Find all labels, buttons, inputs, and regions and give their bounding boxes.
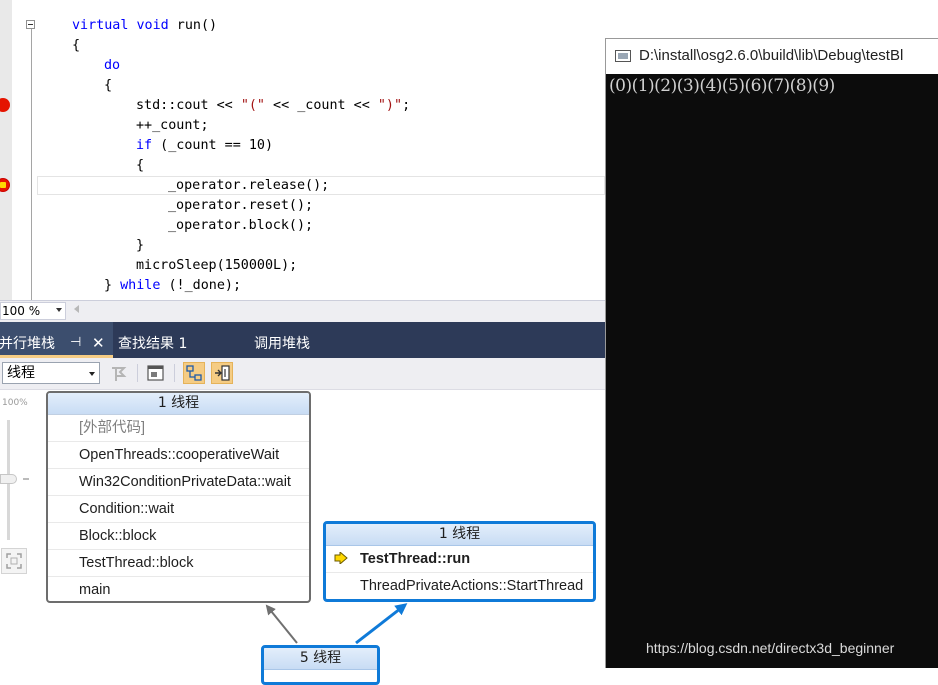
code-editor[interactable]: virtual void run(){do{std::cout << "(" <… <box>0 0 605 300</box>
method-view-icon[interactable] <box>145 362 167 384</box>
stack-node-header: 1 线程 <box>48 393 309 415</box>
watermark-text: https://blog.csdn.net/directx3d_beginner <box>646 640 895 656</box>
zoom-slider-tick <box>23 478 29 480</box>
stack-node-main-thread[interactable]: 1 线程 [外部代码] OpenThreads::cooperativeWait… <box>46 391 311 603</box>
code-line: { <box>104 76 112 96</box>
code-token: ++_count; <box>136 118 209 133</box>
close-icon[interactable]: ✕ <box>92 334 105 352</box>
code-token: { <box>104 78 113 93</box>
show-external-code-icon[interactable] <box>183 362 205 384</box>
code-line: { <box>136 156 144 176</box>
code-line: _operator.block(); <box>168 216 313 236</box>
code-line: _operator.release(); <box>168 176 329 196</box>
code-line: { <box>72 36 80 56</box>
code-token: { <box>72 38 81 53</box>
string-token: ")" <box>377 98 403 113</box>
current-frame-arrow-icon <box>334 552 348 564</box>
string-token: "(" <box>240 98 265 113</box>
current-stack-frame[interactable]: TestThread::run <box>326 546 593 573</box>
code-line: } while (!_done); <box>104 276 241 296</box>
code-token: (!_done); <box>160 278 242 293</box>
stack-node-header: 5 线程 <box>264 648 377 670</box>
stack-frame[interactable]: Win32ConditionPrivateData::wait <box>48 469 309 496</box>
code-token: _operator.release(); <box>168 178 330 193</box>
code-token: (_count == 10) <box>152 138 274 153</box>
chevron-down-icon <box>89 372 95 376</box>
code-token: run() <box>168 18 218 33</box>
tab-call-stack[interactable]: 调用堆栈 <box>254 322 310 358</box>
keyword-token: while <box>120 278 161 293</box>
console-title-bar[interactable]: D:\install\osg2.6.0\build\lib\Debug\test… <box>606 38 938 74</box>
stack-frame[interactable]: OpenThreads::cooperativeWait <box>48 442 309 469</box>
console-title: D:\install\osg2.6.0\build\lib\Debug\test… <box>639 47 904 64</box>
code-line: } <box>136 236 144 256</box>
stack-frame[interactable]: main <box>48 577 309 601</box>
outline-guide <box>31 26 32 300</box>
code-token: std::cout << <box>136 98 241 113</box>
stack-node-shared-threads[interactable]: 5 线程 <box>261 645 380 685</box>
code-token: } <box>104 278 121 293</box>
flag-icon[interactable] <box>108 362 130 384</box>
zoom-level-value: 100 % <box>2 304 41 318</box>
tab-find-results[interactable]: 查找结果 1 <box>118 322 187 358</box>
code-token: _operator.block(); <box>168 218 314 233</box>
zoom-level-dropdown[interactable]: 100 % <box>0 302 66 320</box>
stack-node-header: 1 线程 <box>326 524 593 546</box>
code-token: } <box>136 238 145 253</box>
console-output: (0)(1)(2)(3)(4)(5)(6)(7)(8)(9) <box>609 76 835 96</box>
toolbar-separator <box>137 364 138 382</box>
scroll-left-icon[interactable] <box>74 305 79 313</box>
frame-label: TestThread::run <box>360 551 471 567</box>
code-token: ; <box>402 98 411 113</box>
code-line: do <box>104 56 120 76</box>
collapse-icon[interactable] <box>26 20 35 29</box>
stack-frame[interactable]: Condition::wait <box>48 496 309 523</box>
code-token: microSleep(150000L); <box>136 258 298 273</box>
code-token: { <box>136 158 145 173</box>
breakpoint-gutter[interactable] <box>0 0 12 300</box>
console-app-icon <box>615 50 631 62</box>
tab-label: 调用堆栈 <box>254 336 310 352</box>
keyword-token: virtual void <box>72 18 169 33</box>
pin-icon[interactable]: ⊣ <box>70 335 81 350</box>
keyword-token: if <box>136 138 153 153</box>
stack-node-current-thread[interactable]: 1 线程 TestThread::run ThreadPrivateAction… <box>323 521 596 602</box>
frame-list: [外部代码] OpenThreads::cooperativeWait Win3… <box>48 415 309 601</box>
chevron-down-icon <box>56 308 62 312</box>
code-line: microSleep(150000L); <box>136 256 297 276</box>
stack-frame[interactable]: ThreadPrivateActions::StartThread <box>326 573 593 599</box>
zoom-percent-label: 100% <box>2 398 28 408</box>
tab-label: 并行堆栈 <box>0 336 55 352</box>
view-mode-value: 线程 <box>7 365 35 381</box>
console-window[interactable]: D:\install\osg2.6.0\build\lib\Debug\test… <box>605 38 938 668</box>
stack-frame[interactable]: Block::block <box>48 523 309 550</box>
auto-scroll-icon[interactable] <box>211 362 233 384</box>
code-line: ++_count; <box>136 116 209 136</box>
code-token: _operator.reset(); <box>168 198 314 213</box>
tool-window-tabs: 并行堆栈 查找结果 1 调用堆栈 <box>0 322 605 358</box>
zoom-to-fit-icon[interactable] <box>1 548 27 574</box>
tab-label: 查找结果 1 <box>118 336 188 352</box>
keyword-token: do <box>104 58 121 73</box>
code-token: << _count << <box>265 98 378 113</box>
editor-status-strip <box>0 300 605 323</box>
stack-frame[interactable]: [外部代码] <box>48 415 309 442</box>
zoom-slider-thumb[interactable] <box>0 474 17 484</box>
view-mode-select[interactable]: 线程 <box>2 362 100 384</box>
toolbar-separator <box>174 364 175 382</box>
code-line: std::cout << "(" << _count << ")"; <box>136 96 410 116</box>
code-line: virtual void run() <box>72 16 217 36</box>
code-line: _operator.reset(); <box>168 196 313 216</box>
stack-frame[interactable]: TestThread::block <box>48 550 309 577</box>
code-line: if (_count == 10) <box>136 136 273 156</box>
